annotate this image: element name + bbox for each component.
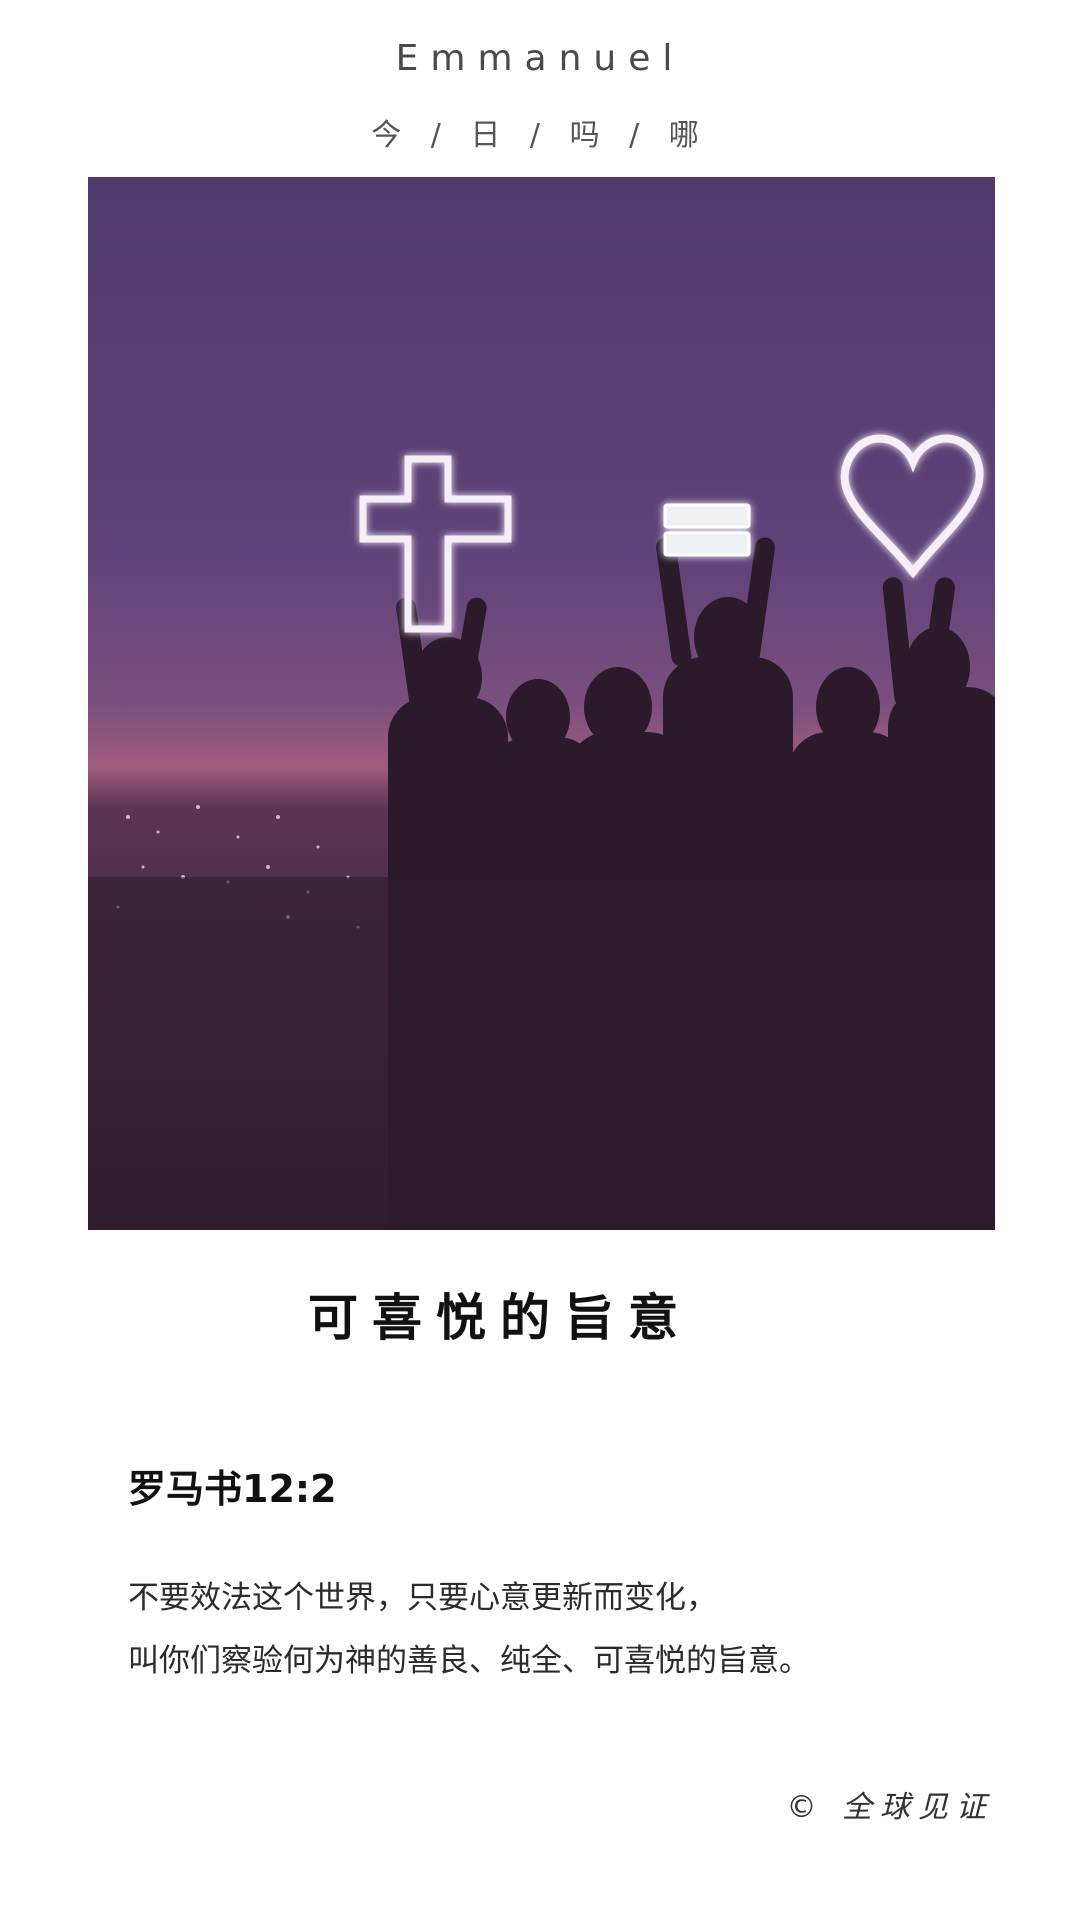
hero-image — [88, 177, 995, 1230]
scripture-reference: 罗马书12:2 — [128, 1467, 337, 1511]
verse-line-2: 叫你们察验何为神的善良、纯全、可喜悦的旨意。 — [128, 1643, 810, 1679]
subtitle-nav: 今 / 日 / 吗 / 哪 — [371, 118, 709, 153]
article-title: 可喜悦的旨意 — [308, 1289, 692, 1347]
copyright-text: © 全球见证 — [786, 1790, 994, 1825]
verse-line-1: 不要效法这个世界，只要心意更新而变化， — [128, 1580, 717, 1616]
brand-title: Emmanuel — [395, 38, 685, 79]
